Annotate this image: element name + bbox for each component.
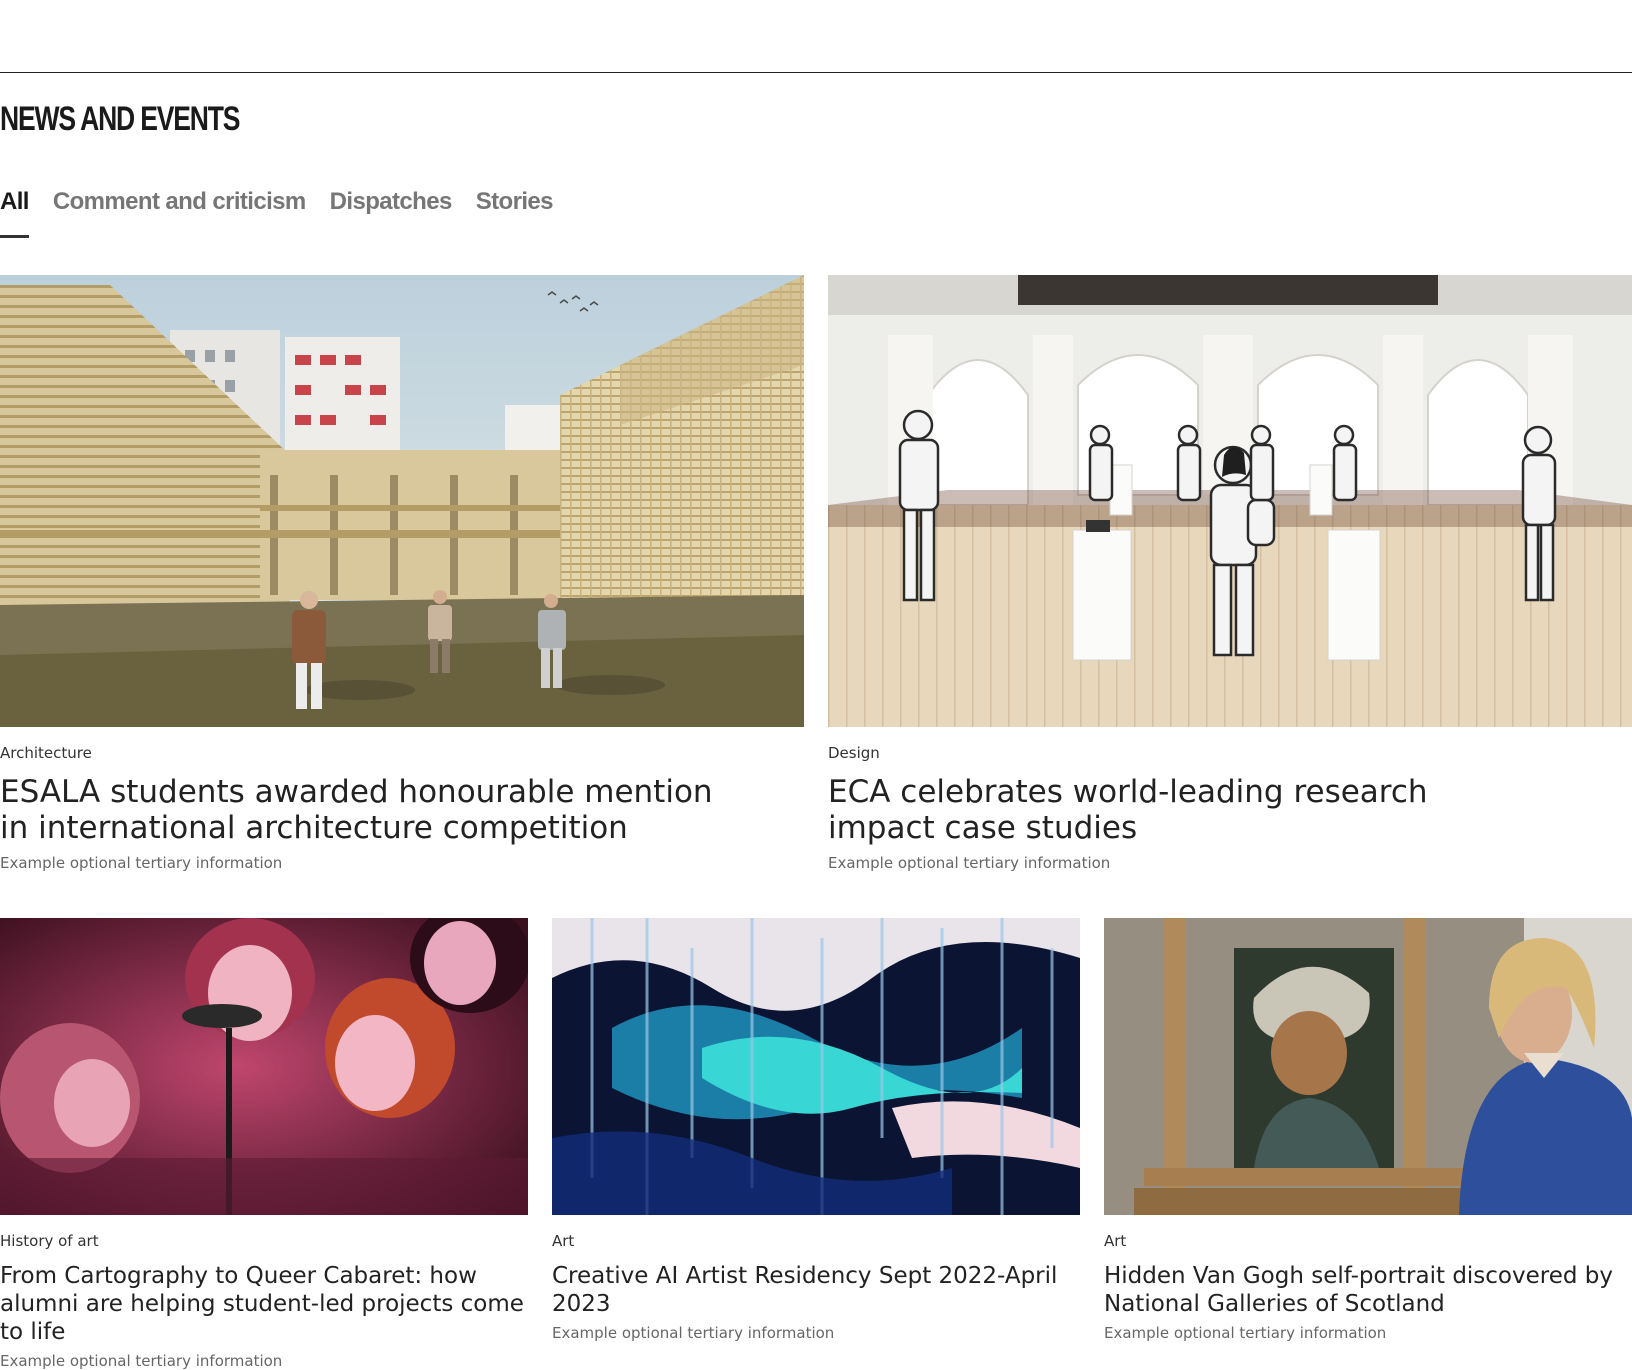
card-image-art-ai[interactable] bbox=[552, 918, 1080, 1215]
card-image-art-van-gogh[interactable] bbox=[1104, 918, 1632, 1215]
card-category: History of art bbox=[0, 1232, 99, 1250]
card-title-link[interactable]: From Cartography to Queer Cabaret: how a… bbox=[0, 1262, 528, 1346]
card-category: Design bbox=[828, 744, 880, 762]
header-divider bbox=[0, 72, 1632, 73]
tab-stories[interactable]: Stories bbox=[476, 188, 554, 240]
card-title-link[interactable]: Creative AI Artist Residency Sept 2022-A… bbox=[552, 1262, 1080, 1318]
card-title-link[interactable]: ECA celebrates world-leading research im… bbox=[828, 774, 1528, 846]
card-image-architecture[interactable] bbox=[0, 275, 804, 727]
abstract-digital-art-image bbox=[552, 918, 1080, 1215]
section-title: NEWS AND EVENTS bbox=[0, 100, 240, 138]
card-title-link[interactable]: ESALA students awarded honourable mentio… bbox=[0, 774, 720, 846]
filter-tabs: All Comment and criticism Dispatches Sto… bbox=[0, 188, 554, 240]
news-card[interactable]: History of art From Cartography to Queer… bbox=[0, 918, 528, 1370]
tab-all[interactable]: All bbox=[0, 188, 29, 240]
card-meta: Example optional tertiary information bbox=[0, 1352, 283, 1370]
card-meta: Example optional tertiary information bbox=[0, 854, 283, 872]
tab-dispatches[interactable]: Dispatches bbox=[330, 188, 453, 240]
gallery-exhibition-image bbox=[828, 275, 1632, 727]
card-category: Architecture bbox=[0, 744, 92, 762]
news-card[interactable]: Design ECA celebrates world-leading rese… bbox=[828, 275, 1632, 872]
tab-comment-and-criticism[interactable]: Comment and criticism bbox=[53, 188, 306, 240]
cabaret-performers-image bbox=[0, 918, 528, 1215]
card-image-history-of-art[interactable] bbox=[0, 918, 528, 1215]
news-card[interactable]: Art Hidden Van Gogh self-portrait discov… bbox=[1104, 918, 1632, 1342]
card-meta: Example optional tertiary information bbox=[828, 854, 1111, 872]
card-meta: Example optional tertiary information bbox=[552, 1324, 835, 1342]
card-category: Art bbox=[1104, 1232, 1127, 1250]
architecture-rendering-image bbox=[0, 275, 804, 727]
card-meta: Example optional tertiary information bbox=[1104, 1324, 1387, 1342]
news-card[interactable]: Art Creative AI Artist Residency Sept 20… bbox=[552, 918, 1080, 1342]
card-title-link[interactable]: Hidden Van Gogh self-portrait discovered… bbox=[1104, 1262, 1632, 1318]
van-gogh-painting-image bbox=[1104, 918, 1632, 1215]
card-image-design[interactable] bbox=[828, 275, 1632, 727]
card-category: Art bbox=[552, 1232, 575, 1250]
news-card[interactable]: Architecture ESALA students awarded hono… bbox=[0, 275, 804, 872]
